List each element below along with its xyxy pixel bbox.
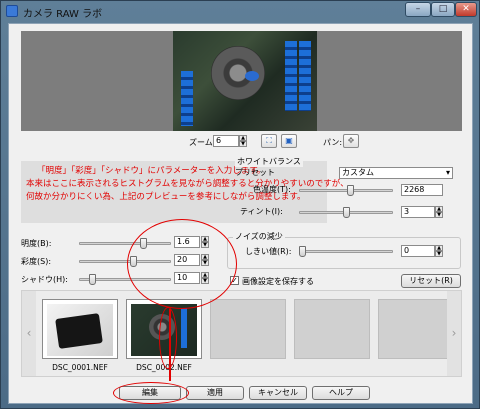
ram-stick [181, 71, 193, 126]
reset-button[interactable]: リセット(R) [401, 274, 461, 288]
threshold-slider-track[interactable] [299, 250, 393, 253]
maximize-icon[interactable]: □ [431, 2, 455, 17]
noise-reduction-title: ノイズの減少 [233, 231, 285, 242]
app-icon [6, 5, 18, 17]
threshold-label: しきい値(R): [245, 247, 292, 256]
fit-view-icon[interactable]: ⛶ [261, 134, 277, 148]
chevron-right-icon[interactable]: › [447, 291, 461, 376]
white-balance-title: ホワイトバランス [235, 156, 303, 167]
tint-input[interactable]: 3 [401, 206, 435, 218]
cpu-logo [245, 71, 259, 81]
ram-stick [181, 308, 187, 348]
annotation-circle [113, 382, 189, 404]
filmstrip-empty-slot [294, 299, 370, 359]
close-icon[interactable]: ✕ [455, 2, 477, 17]
threshold-slider-thumb[interactable] [299, 246, 306, 257]
brightness-label: 明度(B): [21, 239, 52, 248]
filmstrip-empty-slot [210, 299, 286, 359]
annotation-circle [127, 219, 237, 309]
tint-slider-thumb[interactable] [342, 207, 350, 218]
zoom-down-icon[interactable]: ▼ [239, 141, 247, 147]
filmstrip-empty-slot [378, 299, 454, 359]
annotation-line-1: 「明度」「彩度」「シャドウ」にパラメーターを入力します。 [37, 166, 266, 176]
minimize-icon[interactable]: – [405, 2, 431, 17]
threshold-input[interactable]: 0 [401, 245, 435, 257]
pan-icon[interactable]: ✥ [343, 134, 359, 148]
shadow-slider-thumb[interactable] [89, 274, 97, 285]
tint-down-icon[interactable]: ▼ [435, 212, 443, 218]
chevron-left-icon[interactable]: ‹ [22, 291, 36, 376]
ram-stick [299, 41, 311, 111]
preview-area[interactable] [21, 31, 462, 131]
preset-select[interactable]: カスタム ▾ [339, 167, 453, 179]
dialog-body: ズーム: 6 ▲ ▼ ⛶ ▣ パン: ✥ 「明度」「彩度」「シャドウ」にパラメー… [8, 23, 473, 404]
chevron-down-icon: ▾ [445, 168, 450, 177]
window-title: カメラ RAW ラボ [23, 9, 103, 20]
actual-size-icon[interactable]: ▣ [281, 134, 297, 148]
filmstrip: ‹ DSC_0001.NEF DSC_0002.NEF › [21, 290, 462, 377]
shadow-label: シャドウ(H): [21, 275, 68, 284]
zoom-input[interactable]: 6 [213, 135, 239, 147]
apply-button[interactable]: 適用 [186, 386, 244, 400]
thumbnail-image [47, 304, 113, 356]
zoom-label: ズーム: [189, 138, 216, 147]
preview-image [173, 31, 317, 131]
threshold-down-icon[interactable]: ▼ [435, 251, 443, 257]
device-shape [55, 313, 103, 349]
saturation-label: 彩度(S): [21, 257, 52, 266]
cancel-button[interactable]: キャンセル [249, 386, 307, 400]
help-button[interactable]: ヘルプ [312, 386, 370, 400]
annotation-circle [159, 307, 177, 369]
pan-label: パン: [323, 138, 343, 147]
ram-stick [285, 41, 297, 111]
preset-label: プリセット [235, 168, 275, 177]
color-temp-slider-thumb[interactable] [346, 185, 354, 196]
annotation-line-2: 本来はここに表示されるヒストグラムを見ながら調整すると分かりやすいのですが、 [26, 179, 349, 189]
camera-raw-lab-window: カメラ RAW ラボ – □ ✕ ズーム: 6 ▲ ▼ ⛶ ▣ パン: ✥ 「明… [0, 0, 480, 409]
title-bar[interactable]: カメラ RAW ラボ – □ ✕ [1, 1, 479, 21]
filmstrip-caption: DSC_0001.NEF [52, 363, 108, 372]
tint-label: ティント(I): [240, 207, 283, 216]
filmstrip-item[interactable] [42, 299, 118, 359]
save-settings-label: 画像設定を保存する [242, 277, 314, 286]
preset-value: カスタム [342, 168, 374, 177]
color-temp-input[interactable]: 2268 [401, 184, 443, 196]
color-temp-label: 色温度(T): [253, 185, 291, 194]
